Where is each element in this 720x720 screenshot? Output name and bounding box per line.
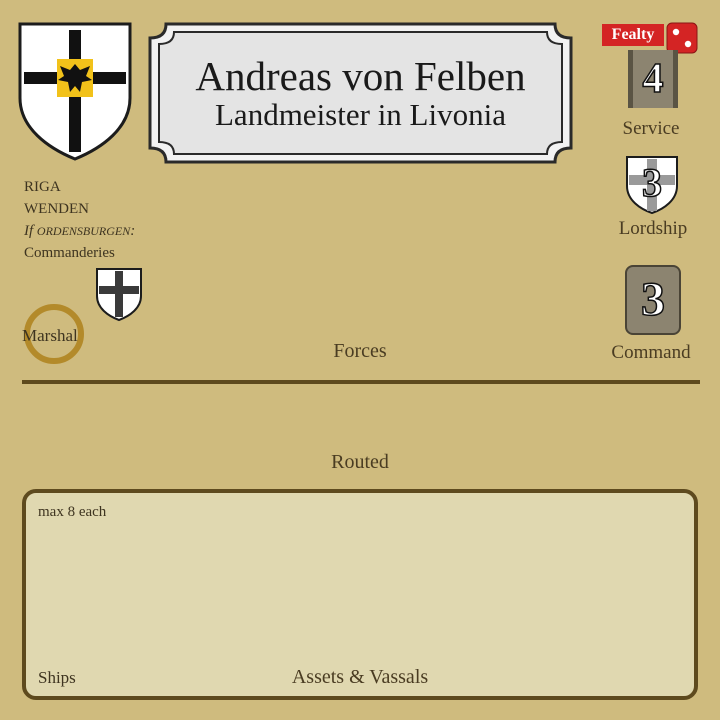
lordship-value: 3	[641, 159, 663, 206]
condition-ordensburgen: Ordensburgen	[36, 224, 131, 238]
lord-name: Andreas von Felben	[195, 53, 526, 99]
service-label: Service	[622, 118, 680, 139]
seat-wenden: WENDEN	[24, 201, 89, 217]
condition-suffix: :	[130, 223, 136, 239]
condition-prefix: If	[24, 223, 37, 239]
assets-max-note: max 8 each	[38, 504, 107, 520]
lord-title: Landmeister in Livonia	[215, 97, 506, 132]
forces-divider	[22, 380, 700, 384]
seat-riga: RIGA	[24, 179, 61, 195]
lordship-label: Lordship	[618, 218, 688, 239]
assets-vassals-label: Assets & Vassals	[291, 666, 429, 688]
fealty-badge: Fealty	[602, 24, 664, 46]
marshal-label: Marshal	[22, 326, 78, 345]
ships-label: Ships	[38, 668, 76, 687]
command-value: 3	[640, 272, 666, 327]
lord-mat: Andreas von Felben Landmeister in Livoni…	[0, 0, 720, 720]
seats-list: RIGA WENDEN If Ordensburgen: Commanderie…	[24, 176, 135, 264]
lord-banner: Andreas von Felben Landmeister in Livoni…	[148, 22, 573, 164]
teutonic-coat-of-arms-icon	[18, 22, 132, 161]
service-value: 4	[642, 55, 665, 103]
commandery-shield-icon	[96, 268, 142, 322]
routed-label: Routed	[331, 451, 389, 473]
command-label: Command	[611, 342, 691, 363]
seat-commanderies: Commanderies	[24, 245, 115, 261]
seat-condition: If Ordensburgen:	[24, 220, 135, 242]
forces-label: Forces	[333, 340, 387, 362]
